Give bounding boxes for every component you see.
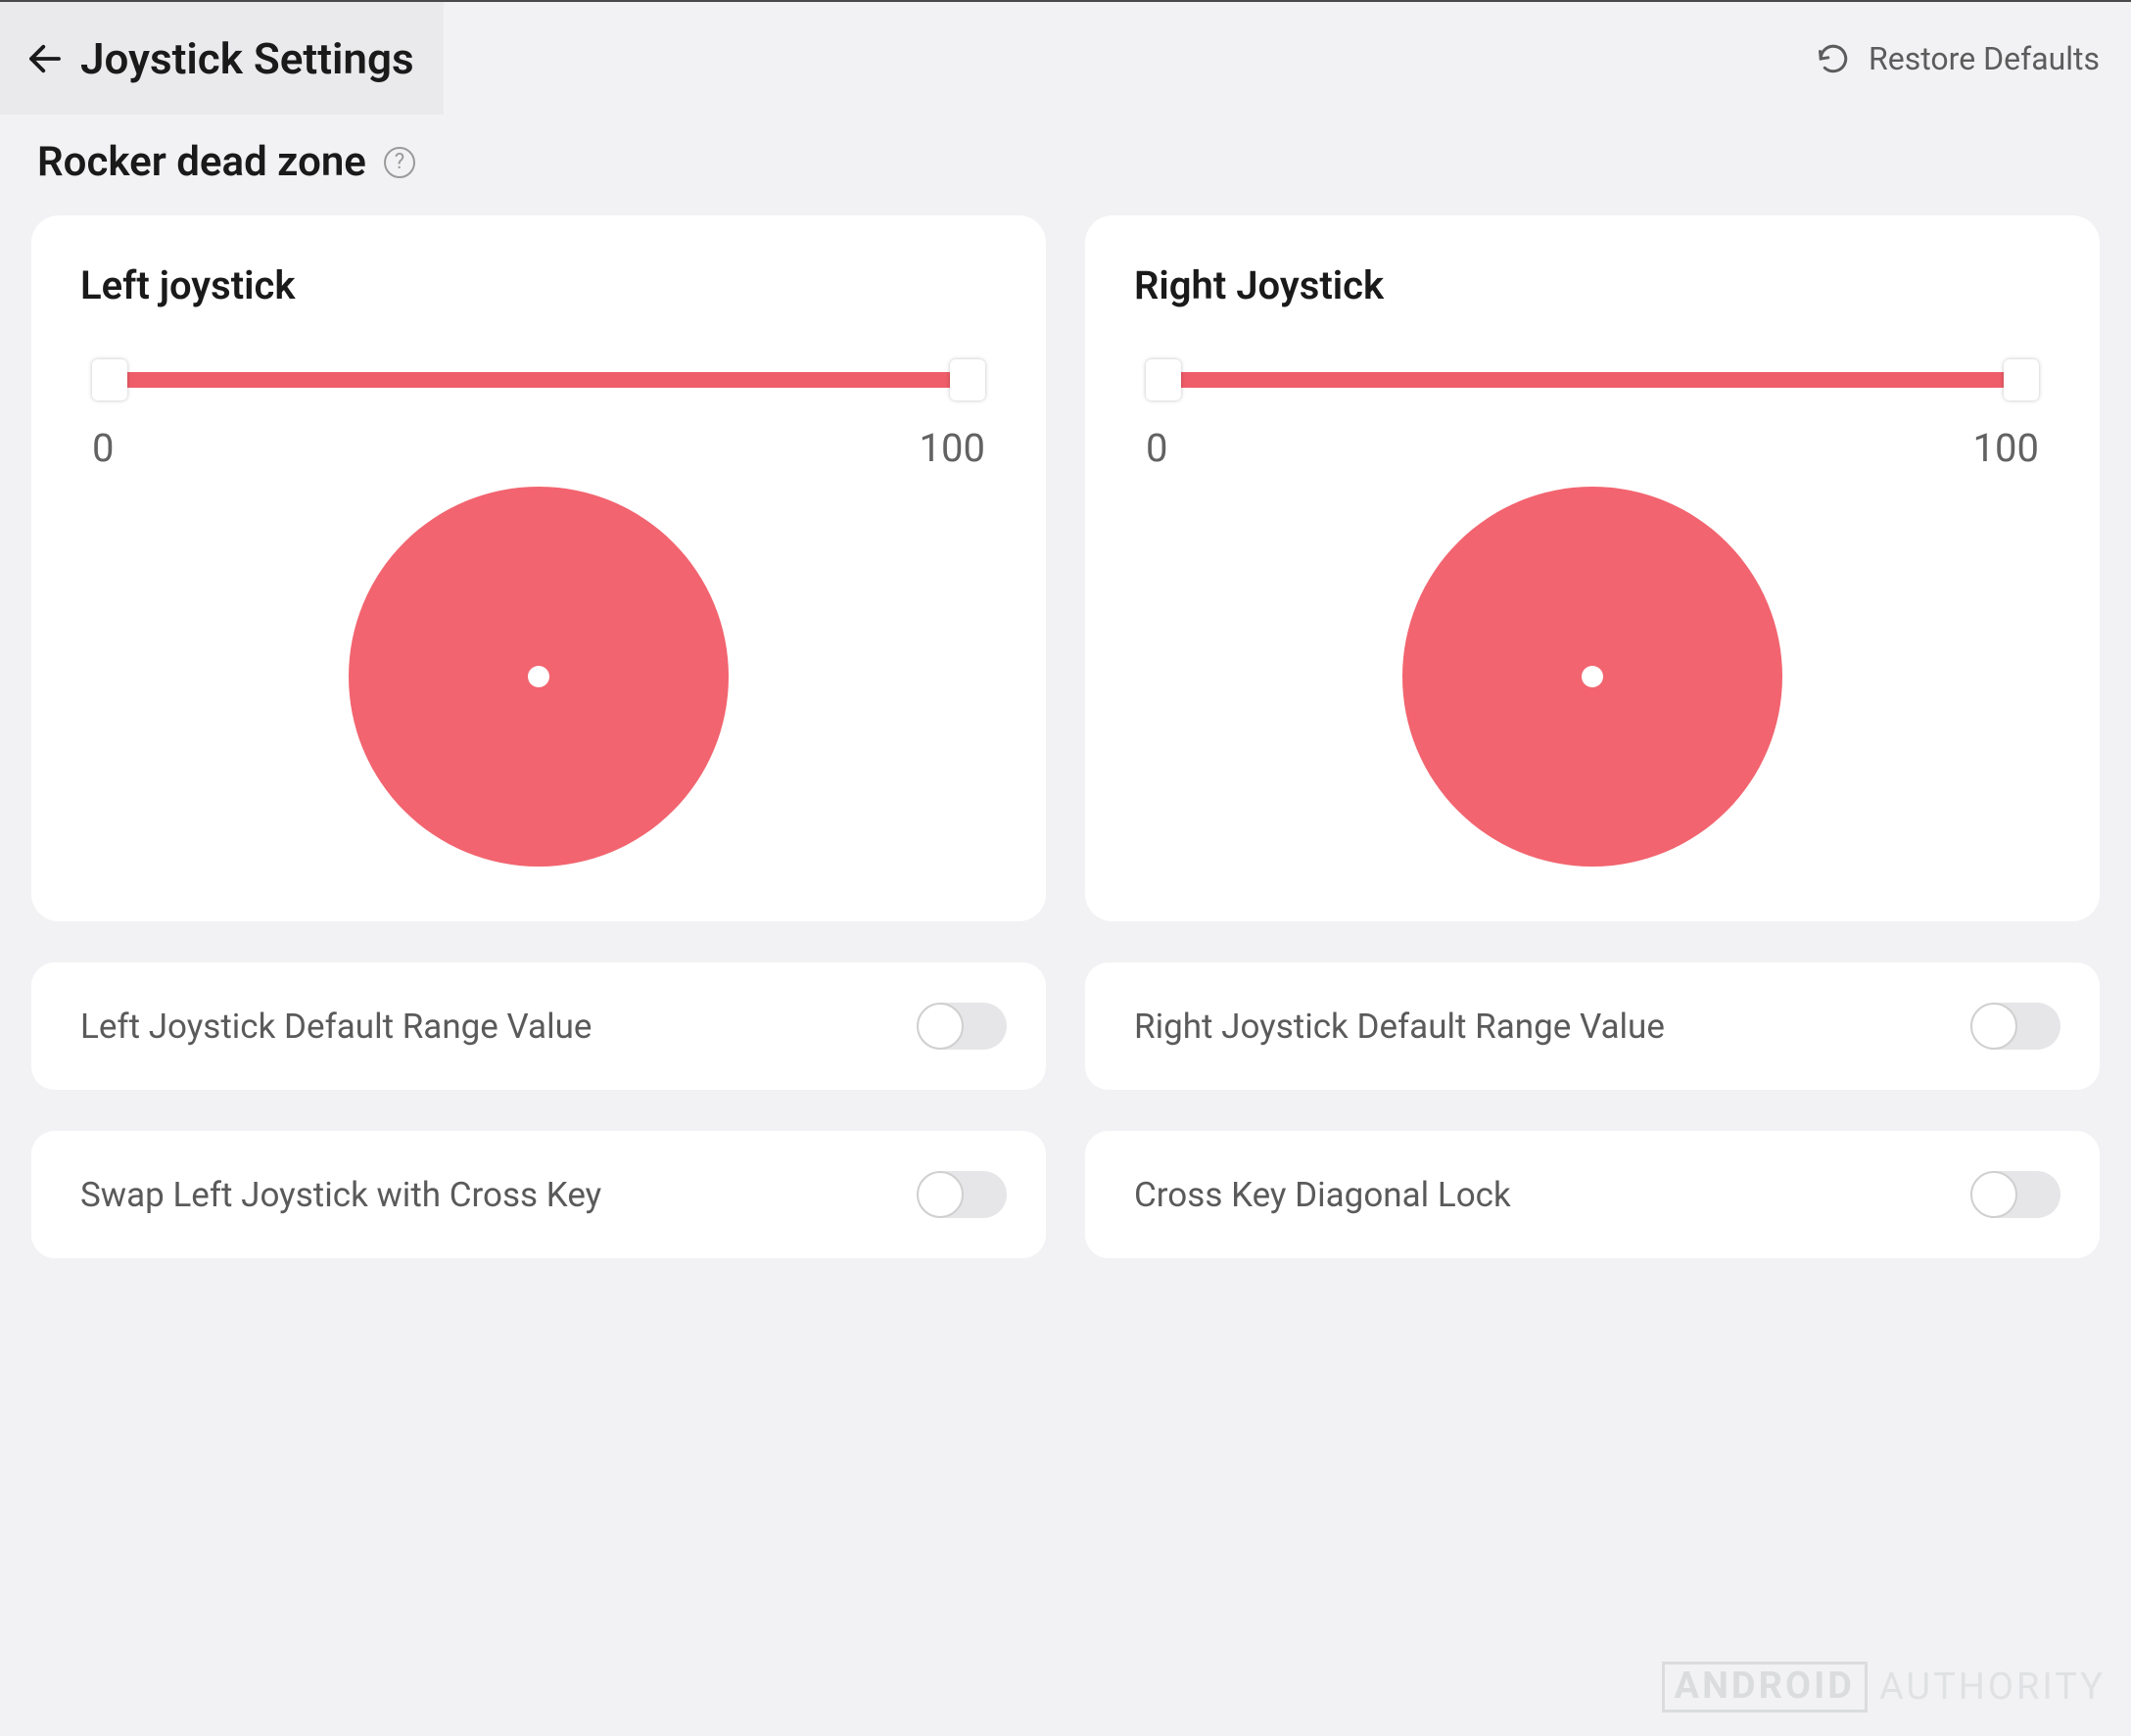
left-default-range-card: Left Joystick Default Range Value (31, 962, 1046, 1090)
right-default-range-label: Right Joystick Default Range Value (1134, 1007, 1665, 1047)
joystick-center-dot (528, 666, 549, 687)
right-default-range-card: Right Joystick Default Range Value (1085, 962, 2100, 1090)
slider-track (92, 372, 985, 388)
back-arrow-icon[interactable] (24, 38, 66, 79)
left-joystick-zone[interactable] (349, 487, 729, 867)
section-header: Rocker dead zone ? (31, 138, 2100, 186)
right-joystick-slider[interactable] (1134, 372, 2051, 388)
swap-left-cross-toggle[interactable] (919, 1171, 1007, 1218)
right-slider-labels: 0 100 (1134, 425, 2051, 471)
switch-thumb (1970, 1003, 2017, 1050)
watermark-suffix: AUTHORITY (1879, 1666, 2106, 1709)
left-default-range-label: Left Joystick Default Range Value (80, 1007, 592, 1047)
left-joystick-visual (80, 479, 997, 867)
swap-left-cross-label: Swap Left Joystick with Cross Key (80, 1175, 601, 1215)
joystick-cards-row: Left joystick 0 100 Right Joystick (31, 215, 2100, 921)
left-slider-max: 100 (920, 425, 985, 471)
toggle-row-1: Left Joystick Default Range Value Right … (31, 962, 2100, 1090)
swap-left-cross-card: Swap Left Joystick with Cross Key (31, 1131, 1046, 1258)
section-title: Rocker dead zone (37, 138, 366, 186)
switch-thumb (917, 1171, 964, 1218)
slider-thumb[interactable] (950, 359, 985, 400)
toggle-row-2: Swap Left Joystick with Cross Key Cross … (31, 1131, 2100, 1258)
right-default-range-toggle[interactable] (1972, 1003, 2060, 1050)
left-joystick-title: Left joystick (80, 262, 997, 308)
right-joystick-card: Right Joystick 0 100 (1085, 215, 2100, 921)
right-slider-max: 100 (1973, 425, 2039, 471)
cross-diagonal-lock-card: Cross Key Diagonal Lock (1085, 1131, 2100, 1258)
left-default-range-toggle[interactable] (919, 1003, 1007, 1050)
slider-thumb[interactable] (2004, 359, 2039, 400)
header: Joystick Settings Restore Defaults (0, 2, 2131, 115)
watermark: ANDROID AUTHORITY (1662, 1662, 2106, 1713)
joystick-center-dot (1582, 666, 1603, 687)
help-icon[interactable]: ? (384, 147, 415, 178)
switch-thumb (917, 1003, 964, 1050)
restore-defaults-label: Restore Defaults (1869, 40, 2100, 77)
header-left: Joystick Settings (0, 2, 444, 115)
right-joystick-title: Right Joystick (1134, 262, 2051, 308)
restore-icon (1816, 41, 1851, 76)
right-slider-min: 0 (1146, 425, 1167, 471)
restore-defaults-button[interactable]: Restore Defaults (1816, 40, 2131, 77)
switch-thumb (1970, 1171, 2017, 1218)
left-slider-min: 0 (92, 425, 114, 471)
cross-diagonal-lock-label: Cross Key Diagonal Lock (1134, 1175, 1511, 1215)
left-joystick-card: Left joystick 0 100 (31, 215, 1046, 921)
slider-thumb[interactable] (1146, 359, 1181, 400)
watermark-brand: ANDROID (1662, 1662, 1868, 1713)
content: Rocker dead zone ? Left joystick 0 100 (0, 115, 2131, 1258)
page-title: Joystick Settings (80, 33, 414, 84)
right-joystick-zone[interactable] (1402, 487, 1782, 867)
cross-diagonal-lock-toggle[interactable] (1972, 1171, 2060, 1218)
slider-track (1146, 372, 2039, 388)
left-joystick-slider[interactable] (80, 372, 997, 388)
right-joystick-visual (1134, 479, 2051, 867)
left-slider-labels: 0 100 (80, 425, 997, 471)
slider-thumb[interactable] (92, 359, 127, 400)
